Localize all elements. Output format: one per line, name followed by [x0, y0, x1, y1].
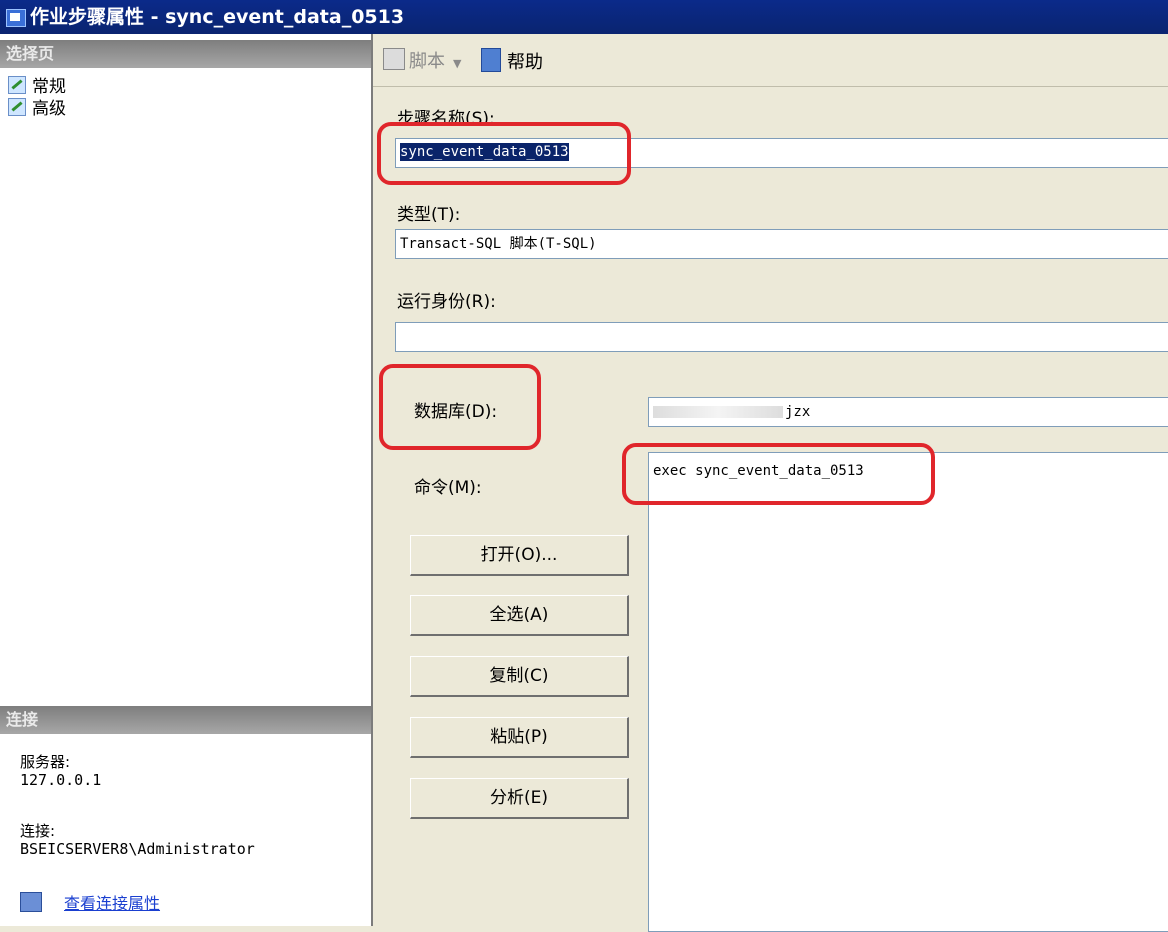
script-icon: [383, 48, 405, 70]
page-item-label: 高级: [32, 99, 66, 119]
help-icon: [481, 48, 501, 72]
server-value: 127.0.0.1: [20, 771, 102, 789]
run-as-select[interactable]: [395, 322, 1168, 352]
blurred-text: [653, 406, 783, 418]
toolbar: 脚本 ▼ 帮助: [373, 34, 1168, 87]
title-bar[interactable]: 作业步骤属性 - sync_event_data_0513: [0, 0, 1168, 34]
page-icon: [8, 76, 26, 94]
copy-button[interactable]: 复制(C): [410, 656, 629, 697]
window-title: 作业步骤属性 - sync_event_data_0513: [30, 6, 405, 28]
paste-button[interactable]: 粘贴(P): [410, 717, 629, 758]
connection-value: BSEICSERVER8\Administrator: [20, 840, 255, 858]
connection-label: 连接:: [20, 822, 56, 840]
parse-button[interactable]: 分析(E): [410, 778, 629, 819]
help-label: 帮助: [507, 52, 543, 73]
connection-header: 连接: [0, 706, 371, 734]
database-value: jzx: [785, 404, 811, 420]
help-button[interactable]: 帮助: [481, 48, 543, 76]
open-button[interactable]: 打开(O)...: [410, 535, 629, 576]
command-textarea[interactable]: exec sync_event_data_0513: [648, 452, 1168, 932]
left-pane: 选择页 常规 高级 连接 服务器: 127.0.0.1 连接: BSEICSER…: [0, 34, 373, 926]
page-item-advanced[interactable]: 高级: [8, 98, 66, 120]
step-name-input[interactable]: sync_event_data_0513: [395, 138, 1168, 168]
page-item-general[interactable]: 常规: [8, 76, 66, 98]
server-label: 服务器:: [20, 753, 71, 771]
type-label: 类型(T):: [397, 205, 461, 225]
connection-properties-icon: [20, 892, 42, 912]
select-all-button[interactable]: 全选(A): [410, 595, 629, 636]
step-name-label: 步骤名称(S):: [397, 109, 495, 129]
chevron-down-icon[interactable]: ▼: [453, 57, 461, 70]
run-as-label: 运行身份(R):: [397, 292, 496, 312]
select-page-header: 选择页: [0, 40, 371, 68]
database-select[interactable]: jzx: [648, 397, 1168, 427]
database-label: 数据库(D):: [414, 402, 498, 422]
script-label: 脚本: [409, 51, 445, 72]
page-item-label: 常规: [32, 77, 66, 97]
script-button[interactable]: 脚本 ▼: [383, 48, 461, 77]
window-icon: [6, 9, 26, 27]
page-icon: [8, 98, 26, 116]
view-connection-link[interactable]: 查看连接属性: [64, 894, 160, 913]
step-name-value: sync_event_data_0513: [400, 143, 569, 161]
command-label: 命令(M):: [414, 478, 482, 498]
view-connection-properties[interactable]: 查看连接属性: [20, 890, 160, 914]
type-select[interactable]: Transact-SQL 脚本(T-SQL): [395, 229, 1168, 259]
